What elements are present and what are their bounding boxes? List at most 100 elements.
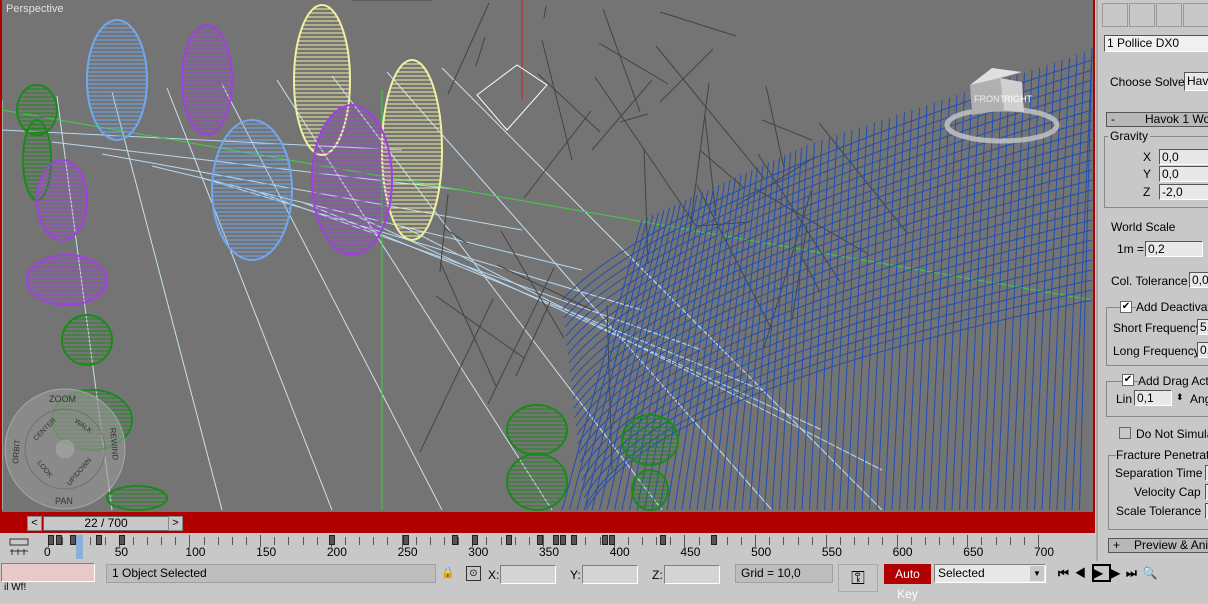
gravity-label: Gravity [1108,129,1151,143]
gravity-z-label: Z [1143,185,1151,199]
do-not-simulate-label: Do Not Simulate [1136,427,1208,441]
key-marker[interactable] [48,535,54,545]
solver-select[interactable]: Havok [1184,72,1208,91]
tick-label: 500 [751,545,772,559]
world-scale-input[interactable]: 0,2 [1145,241,1203,257]
tick-label: 100 [185,545,206,559]
maxscript-text: il Wf! [4,582,27,593]
tick-label: 400 [609,545,630,559]
key-marker[interactable] [711,535,718,545]
scale-tolerance-label: Scale Tolerance [1116,504,1202,518]
create-tab-icon[interactable] [1102,3,1128,27]
choose-solver-label: Choose Solver: [1110,75,1193,89]
ang-label: Ang [1190,392,1208,406]
tick-label: 700 [1034,545,1055,559]
key-marker[interactable] [559,535,566,545]
trackbar[interactable]: 0 50 100 150 200 250 300 350 400 450 500 550 600 650 7… [0,533,1095,561]
set-key-icon[interactable]: ⚿ [838,564,878,592]
col-tolerance-label: Col. Tolerance [1111,274,1188,288]
z-label: Z: [652,568,663,582]
key-marker[interactable] [452,535,459,545]
goto-end-icon[interactable]: ⏭ [1126,566,1143,580]
velocity-cap-label: Velocity Cap [1134,485,1201,499]
next-key-icon[interactable]: ▶ [1111,566,1126,580]
gravity-z-input[interactable]: -2,0 [1159,184,1208,200]
motion-tab-icon[interactable] [1183,3,1208,27]
tick-label: 150 [256,545,277,559]
prev-frame-button[interactable]: < [27,516,42,531]
key-marker[interactable] [95,535,102,545]
key-marker[interactable] [537,535,544,545]
do-not-simulate-checkbox[interactable] [1119,427,1131,439]
zoom-icon[interactable]: 🔍 [1143,566,1164,580]
modify-tab-icon[interactable] [1129,3,1155,27]
hierarchy-tab-icon[interactable] [1156,3,1182,27]
key-marker[interactable] [402,535,409,545]
rollout-title: Havok 1 World [1145,112,1208,126]
long-frequency-label: Long Frequency [1113,344,1200,358]
selection-status: 1 Object Selected [106,564,436,583]
play-icon[interactable]: ▶ [1091,564,1111,582]
lin-label: Lin [1116,392,1133,406]
z-coordinate-input[interactable] [664,565,720,584]
time-slider[interactable]: 22 / 700 [43,516,169,531]
wheel-pan: PAN [55,496,73,506]
curve-editor-icon[interactable] [8,537,32,557]
lin-spinner[interactable]: ⬍ [1176,390,1184,404]
key-marker[interactable] [56,535,63,545]
collapse-icon: - [1111,112,1115,126]
status-bar: il Wf! 1 Object Selected 🔒 ⊙ X: Y: Z: Gr… [0,561,1208,601]
world-scale-unit-label: 1m = [1117,242,1145,256]
gravity-x-label: X [1143,150,1152,164]
lin-input[interactable]: 0,1 [1134,390,1172,406]
tick-label: 200 [326,545,347,559]
drag-label: Add Drag Action [1138,374,1208,388]
preview-animation-rollout[interactable]: + Preview & Animation [1108,538,1208,553]
tick-label: 50 [114,545,129,559]
lock-icon[interactable]: 🔒 [441,566,455,580]
viewport-label[interactable]: Perspective [6,3,63,15]
absolute-mode-icon[interactable]: ⊙ [466,566,481,581]
col-tolerance-input[interactable]: 0,0 [1189,272,1208,288]
steering-wheel-icon[interactable]: ZOOM PAN ORBIT REWIND CENTER WALK LOOK U… [2,386,130,512]
y-coordinate-input[interactable] [582,565,638,584]
tick-label: 0 [44,545,51,559]
gravity-y-input[interactable]: 0,0 [1159,166,1208,182]
key-marker[interactable] [506,535,513,545]
expand-icon: + [1113,538,1121,552]
key-marker[interactable] [609,535,616,545]
viewcube[interactable]: FRONT RIGHT [942,60,1062,150]
key-marker[interactable] [329,535,336,545]
short-frequency-input[interactable]: 5,0 [1197,319,1208,335]
tick-label: 450 [680,545,701,559]
rollout-title: Preview & Animation [1134,538,1208,552]
key-filter-value: Selected [938,566,985,580]
prev-key-icon[interactable]: ◀ [1075,566,1092,580]
key-marker[interactable] [118,535,125,545]
long-frequency-input[interactable]: 0,1 [1197,342,1208,358]
havok-world-rollout[interactable]: - Havok 1 World [1106,112,1208,127]
key-marker[interactable] [552,535,559,545]
gravity-y-label: Y [1143,167,1152,181]
fracture-label: Fracture Penetration [1116,448,1208,462]
goto-start-icon[interactable]: ⏮ [1058,566,1075,580]
maxscript-listener[interactable] [1,563,95,582]
deactivator-checkbox[interactable]: ✔ [1120,301,1132,313]
auto-key-button[interactable]: Auto Key [884,564,931,601]
tick-label: 550 [821,545,842,559]
drag-checkbox[interactable]: ✔ [1122,374,1134,386]
current-frame-marker[interactable] [76,535,84,559]
object-name-input[interactable]: 1 Pollice DX0 [1104,35,1208,52]
tick-label: 650 [963,545,984,559]
gravity-x-input[interactable]: 0,0 [1159,149,1208,165]
key-marker[interactable] [571,535,578,545]
perspective-viewport[interactable]: Perspective FRONT RIGHT ZOOM PAN ORBIT R… [0,0,1095,514]
key-filter-select[interactable]: Selected ▼ [934,564,1046,583]
key-marker[interactable] [602,535,609,545]
key-marker[interactable] [472,535,479,545]
x-coordinate-input[interactable] [500,565,556,584]
key-marker[interactable] [660,535,667,545]
next-frame-button[interactable]: > [168,516,183,531]
x-label: X: [488,568,500,582]
chevron-down-icon[interactable]: ▼ [1030,566,1044,581]
